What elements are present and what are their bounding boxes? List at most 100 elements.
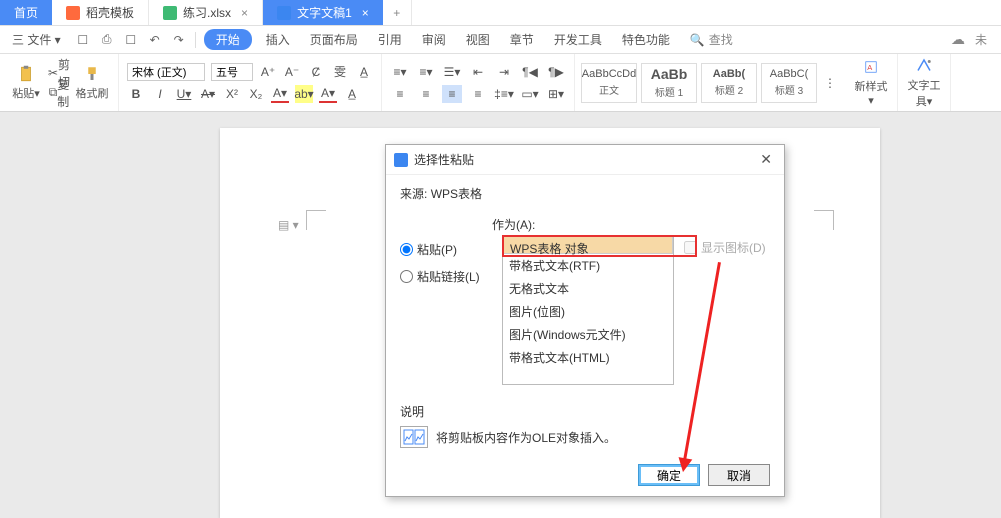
menu-dev[interactable]: 开发工具 bbox=[548, 29, 608, 50]
list-item[interactable]: 带格式文本(RTF) bbox=[503, 254, 673, 277]
align-center-icon[interactable]: ≡ bbox=[416, 85, 436, 103]
newstyle-group: A新样式▾ bbox=[845, 54, 898, 111]
tab-xlsx-label: 练习.xlsx bbox=[183, 4, 231, 21]
font-name-select[interactable] bbox=[127, 63, 205, 81]
tab-new[interactable]: + bbox=[383, 0, 412, 25]
tab-template[interactable]: 稻壳模板 bbox=[52, 0, 149, 25]
source-label: 来源: bbox=[400, 187, 427, 201]
style-h3[interactable]: AaBbC(标题 3 bbox=[761, 63, 817, 103]
tab-template-label: 稻壳模板 bbox=[86, 4, 134, 21]
pinyin-icon[interactable]: 雯 bbox=[331, 63, 349, 81]
indent-dec-icon[interactable]: ⇤ bbox=[468, 63, 488, 81]
explain-section: 说明 将剪贴板内容作为OLE对象插入。 bbox=[400, 403, 770, 448]
bold-icon[interactable]: B bbox=[127, 85, 145, 103]
format-listbox[interactable]: WPS表格 对象 带格式文本(RTF) 无格式文本 图片(位图) 图片(Wind… bbox=[502, 235, 674, 385]
subscript-icon[interactable]: X₂ bbox=[247, 85, 265, 103]
ltr-icon[interactable]: ¶◀ bbox=[520, 63, 540, 81]
italic-icon[interactable]: I bbox=[151, 85, 169, 103]
print-icon[interactable]: ⎙ bbox=[99, 32, 115, 48]
radio-paste[interactable]: 粘贴(P) bbox=[400, 241, 492, 258]
preview-icon[interactable]: ☐ bbox=[123, 32, 139, 48]
new-style-button[interactable]: A新样式▾ bbox=[853, 58, 889, 107]
show-icon-checkbox[interactable]: 显示图标(D) bbox=[684, 239, 770, 256]
file-menu[interactable]: 三 文件 ▾ bbox=[6, 29, 67, 50]
dialog-body: 来源: WPS表格 作为(A): 粘贴(P) 粘贴链接(L) WPS表格 对象 … bbox=[386, 175, 784, 456]
shrink-font-icon[interactable]: A⁻ bbox=[283, 63, 301, 81]
align-justify-icon[interactable]: ≡ bbox=[442, 85, 462, 103]
paste-button[interactable]: 粘贴▾ bbox=[8, 65, 44, 101]
line-spacing-icon[interactable]: ‡≡▾ bbox=[494, 85, 514, 103]
multilevel-icon[interactable]: ☰▾ bbox=[442, 63, 462, 81]
list-item[interactable]: 图片(Windows元文件) bbox=[503, 323, 673, 346]
paste-special-dialog: 选择性粘贴 ✕ 来源: WPS表格 作为(A): 粘贴(P) 粘贴链接(L) W… bbox=[385, 144, 785, 497]
char-border-icon[interactable]: A̲ bbox=[355, 63, 373, 81]
cancel-button[interactable]: 取消 bbox=[708, 464, 770, 486]
list-item[interactable]: 无格式文本 bbox=[503, 277, 673, 300]
underline-icon[interactable]: U▾ bbox=[175, 85, 193, 103]
list-item[interactable]: 图片(位图) bbox=[503, 300, 673, 323]
text-color-icon[interactable]: A▾ bbox=[319, 85, 337, 103]
writer-icon bbox=[394, 153, 408, 167]
format-brush-button[interactable]: 格式刷 bbox=[74, 65, 110, 101]
align-right-icon[interactable]: ≡ bbox=[468, 85, 488, 103]
styles-more-icon[interactable]: ⋮ bbox=[821, 74, 839, 92]
bullets-icon[interactable]: ≡▾ bbox=[390, 63, 410, 81]
style-normal[interactable]: AaBbCcDd正文 bbox=[581, 63, 637, 103]
borders-icon[interactable]: ⊞▾ bbox=[546, 85, 566, 103]
list-item[interactable]: WPS表格 对象 bbox=[503, 236, 673, 254]
as-label: 作为(A): bbox=[492, 216, 770, 233]
highlight-icon[interactable]: ab▾ bbox=[295, 85, 313, 103]
grow-font-icon[interactable]: A⁺ bbox=[259, 63, 277, 81]
docer-icon bbox=[66, 6, 80, 20]
menu-insert[interactable]: 插入 bbox=[260, 29, 296, 50]
menu-ref[interactable]: 引用 bbox=[372, 29, 408, 50]
tab-xlsx[interactable]: 练习.xlsx × bbox=[149, 0, 263, 25]
ok-button[interactable]: 确定 bbox=[638, 464, 700, 486]
tab-doc-active[interactable]: 文字文稿1 × bbox=[263, 0, 383, 25]
clear-format-icon[interactable]: Ȼ bbox=[307, 63, 325, 81]
tab-doc-label: 文字文稿1 bbox=[297, 4, 352, 21]
text-tool-button[interactable]: 文字工具▾ bbox=[906, 57, 942, 109]
tab-home[interactable]: 首页 bbox=[0, 0, 52, 25]
svg-text:A: A bbox=[867, 63, 872, 72]
strike-icon[interactable]: A▾ bbox=[199, 85, 217, 103]
close-icon[interactable]: × bbox=[362, 6, 369, 20]
shading-icon[interactable]: ▭▾ bbox=[520, 85, 540, 103]
font-size-select[interactable] bbox=[211, 63, 253, 81]
menu-und: 未 bbox=[975, 31, 987, 48]
copy-button[interactable]: ⧉ 复制 bbox=[50, 84, 68, 102]
superscript-icon[interactable]: X² bbox=[223, 85, 241, 103]
menu-review[interactable]: 审阅 bbox=[416, 29, 452, 50]
char-shading-icon[interactable]: A̲ bbox=[343, 85, 361, 103]
list-item[interactable]: 带格式文本(HTML) bbox=[503, 346, 673, 369]
indent-inc-icon[interactable]: ⇥ bbox=[494, 63, 514, 81]
close-icon[interactable]: × bbox=[241, 6, 248, 20]
dialog-title: 选择性粘贴 bbox=[414, 151, 474, 168]
source-line: 来源: WPS表格 bbox=[400, 185, 770, 202]
cloud-icon[interactable]: ☁ bbox=[951, 31, 965, 48]
style-h2[interactable]: AaBb(标题 2 bbox=[701, 63, 757, 103]
close-button[interactable]: ✕ bbox=[756, 151, 776, 168]
search-label: 查找 bbox=[709, 31, 733, 48]
radio-paste-link[interactable]: 粘贴链接(L) bbox=[400, 268, 492, 285]
font-color-icon[interactable]: A▾ bbox=[271, 85, 289, 103]
tab-home-label: 首页 bbox=[14, 4, 38, 21]
menu-section[interactable]: 章节 bbox=[504, 29, 540, 50]
align-left-icon[interactable]: ≡ bbox=[390, 85, 410, 103]
undo-icon[interactable]: ↶ bbox=[147, 32, 163, 48]
menu-feature[interactable]: 特色功能 bbox=[616, 29, 676, 50]
numbering-icon[interactable]: ≡▾ bbox=[416, 63, 436, 81]
style-h1[interactable]: AaBb标题 1 bbox=[641, 63, 697, 103]
paste-mode-radios: 粘贴(P) 粘贴链接(L) bbox=[400, 235, 492, 385]
dialog-titlebar[interactable]: 选择性粘贴 ✕ bbox=[386, 145, 784, 175]
rtl-icon[interactable]: ¶▶ bbox=[546, 63, 566, 81]
menu-layout[interactable]: 页面布局 bbox=[304, 29, 364, 50]
search-box[interactable]: 🔍查找 bbox=[690, 31, 733, 48]
sheet-icon bbox=[163, 6, 177, 20]
save-icon[interactable]: ☐ bbox=[75, 32, 91, 48]
menu-view[interactable]: 视图 bbox=[460, 29, 496, 50]
dialog-footer: 确定 取消 bbox=[638, 464, 770, 486]
menu-start[interactable]: 开始 bbox=[204, 29, 252, 50]
redo-icon[interactable]: ↷ bbox=[171, 32, 187, 48]
texttool-group: 文字工具▾ bbox=[898, 54, 951, 111]
